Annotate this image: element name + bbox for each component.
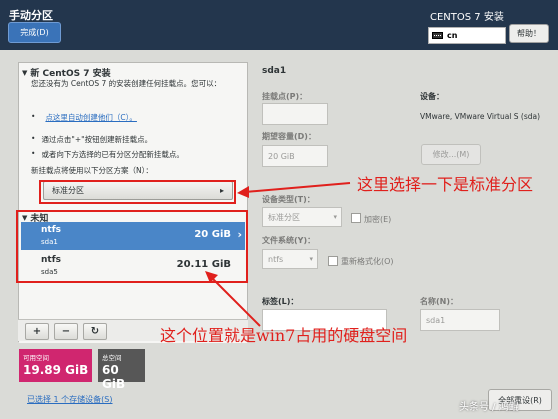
annotation-scheme-note: 这里选择一下是标准分区: [357, 175, 534, 194]
annotation-arrows: [205, 182, 351, 327]
arrow-line-scheme: [244, 182, 351, 193]
arrow-head-scheme: [237, 186, 249, 198]
arrow-line-space: [210, 276, 261, 327]
watermark-text: 头条号 / 鸿鲲: [459, 402, 519, 413]
annotation-space-note: 这个位置就是win7占用的硬盘空间: [160, 326, 408, 345]
